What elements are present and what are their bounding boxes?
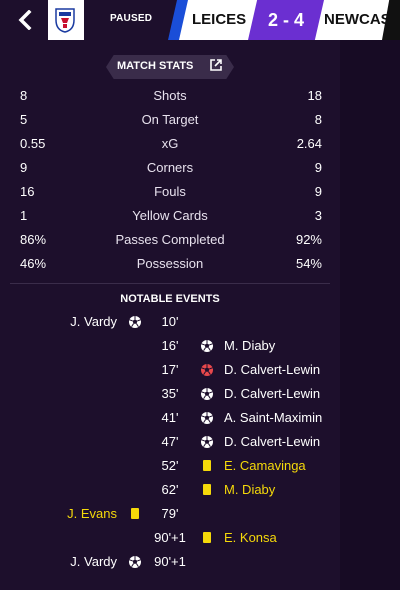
event-minute: 47'	[161, 434, 179, 449]
stat-label: Shots	[153, 88, 187, 103]
score: 2 - 4	[267, 10, 305, 30]
event-player[interactable]: D. Calvert-Lewin	[224, 434, 320, 449]
event-minute: 41'	[161, 410, 179, 425]
event-row: D. Calvert-Lewin 17'	[0, 357, 340, 381]
match-stats-table: 8 Shots 18 5 On Target 8 0.55 xG 2.64 9 …	[0, 84, 340, 276]
event-minute: 35'	[161, 386, 179, 401]
stat-label: Passes Completed	[115, 232, 225, 247]
stat-away-value: 92%	[295, 232, 322, 247]
stat-home-value: 5	[20, 112, 28, 127]
away-team-name: NEWCAS	[324, 11, 391, 28]
event-row: M. Diaby 62'	[0, 477, 340, 501]
event-minute: 90'+1	[154, 530, 186, 545]
event-player[interactable]: M. Diaby	[224, 482, 275, 497]
notable-events-title: NOTABLE EVENTS	[120, 293, 220, 305]
stat-home-value: 8	[20, 88, 28, 103]
stat-row-passes-completed: 86% Passes Completed 92%	[0, 228, 340, 252]
event-minute: 79'	[161, 506, 179, 521]
stat-row-on-target: 5 On Target 8	[0, 108, 340, 132]
stat-home-value: 1	[20, 208, 28, 223]
event-player[interactable]: E. Camavinga	[224, 458, 306, 473]
match-status: PAUSED	[110, 13, 153, 24]
event-row: J. Vardy 10'	[0, 309, 340, 333]
stat-away-value: 9	[314, 184, 322, 199]
goal-icon	[200, 339, 214, 353]
stat-home-value: 46%	[20, 256, 47, 271]
event-player[interactable]: D. Calvert-Lewin	[224, 386, 320, 401]
stat-away-value: 3	[314, 208, 322, 223]
stat-away-value: 8	[314, 112, 322, 127]
stat-label: On Target	[141, 112, 199, 127]
match-stats-title: MATCH STATS	[117, 60, 194, 72]
goal-icon	[128, 555, 142, 569]
event-row: J. Evans 79'	[0, 501, 340, 525]
event-minute: 10'	[161, 314, 179, 329]
back-button[interactable]	[0, 0, 48, 40]
home-team-name: LEICES	[192, 11, 247, 28]
event-row: E. Konsa 90'+1	[0, 525, 340, 549]
stat-row-xg: 0.55 xG 2.64	[0, 132, 340, 156]
event-player[interactable]: J. Vardy	[70, 314, 117, 329]
event-minute: 16'	[161, 338, 179, 353]
event-player[interactable]: E. Konsa	[224, 530, 277, 545]
event-row: M. Diaby 16'	[0, 333, 340, 357]
yellow-card-icon	[128, 507, 142, 521]
section-divider	[10, 283, 330, 284]
event-player[interactable]: D. Calvert-Lewin	[224, 362, 320, 377]
event-row: D. Calvert-Lewin 35'	[0, 381, 340, 405]
stat-label: Corners	[146, 160, 194, 175]
event-row: D. Calvert-Lewin 47'	[0, 429, 340, 453]
event-player[interactable]: J. Vardy	[70, 554, 117, 569]
event-player[interactable]: J. Evans	[67, 506, 117, 521]
event-row: E. Camavinga 52'	[0, 453, 340, 477]
missed-goal-icon	[200, 363, 214, 377]
stat-away-value: 2.64	[296, 136, 322, 151]
stat-home-value: 0.55	[20, 136, 46, 151]
yellow-card-icon	[200, 459, 214, 473]
event-player[interactable]: A. Saint-Maximin	[224, 410, 322, 425]
stat-label: Yellow Cards	[132, 208, 208, 223]
match-header: PAUSED LEICES 2 - 4 NEWCAS	[0, 0, 400, 40]
stat-home-value: 16	[20, 184, 35, 199]
stat-label: Possession	[136, 256, 204, 271]
stat-label: Fouls	[154, 184, 186, 199]
stat-away-value: 18	[307, 88, 322, 103]
event-row: A. Saint-Maximin 41'	[0, 405, 340, 429]
stat-row-shots: 8 Shots 18	[0, 84, 340, 108]
stat-home-value: 9	[20, 160, 28, 175]
notable-events-list: J. Vardy 10' M. Diaby 16' D. Calvert-Lewin 17…	[0, 309, 340, 573]
right-panel-strip	[340, 40, 400, 590]
yellow-card-icon	[200, 531, 214, 545]
stat-row-fouls: 16 Fouls 9	[0, 180, 340, 204]
goal-icon	[200, 387, 214, 401]
chevron-left-icon	[18, 10, 32, 30]
goal-icon	[200, 411, 214, 425]
stat-row-possession: 46% Possession 54%	[0, 252, 340, 276]
event-player[interactable]: M. Diaby	[224, 338, 275, 353]
stat-away-value: 9	[314, 160, 322, 175]
event-row: J. Vardy 90'+1	[0, 549, 340, 573]
event-minute: 52'	[161, 458, 179, 473]
external-link-icon	[210, 59, 222, 71]
event-minute: 90'+1	[154, 554, 186, 569]
stat-row-corners: 9 Corners 9	[0, 156, 340, 180]
event-minute: 62'	[161, 482, 179, 497]
goal-icon	[128, 315, 142, 329]
stat-home-value: 86%	[20, 232, 47, 247]
yellow-card-icon	[200, 483, 214, 497]
fa-cup-logo	[55, 8, 75, 33]
stat-label: xG	[161, 136, 179, 151]
goal-icon	[200, 435, 214, 449]
event-minute: 17'	[161, 362, 179, 377]
stat-away-value: 54%	[295, 256, 322, 271]
stat-row-yellow-cards: 1 Yellow Cards 3	[0, 204, 340, 228]
